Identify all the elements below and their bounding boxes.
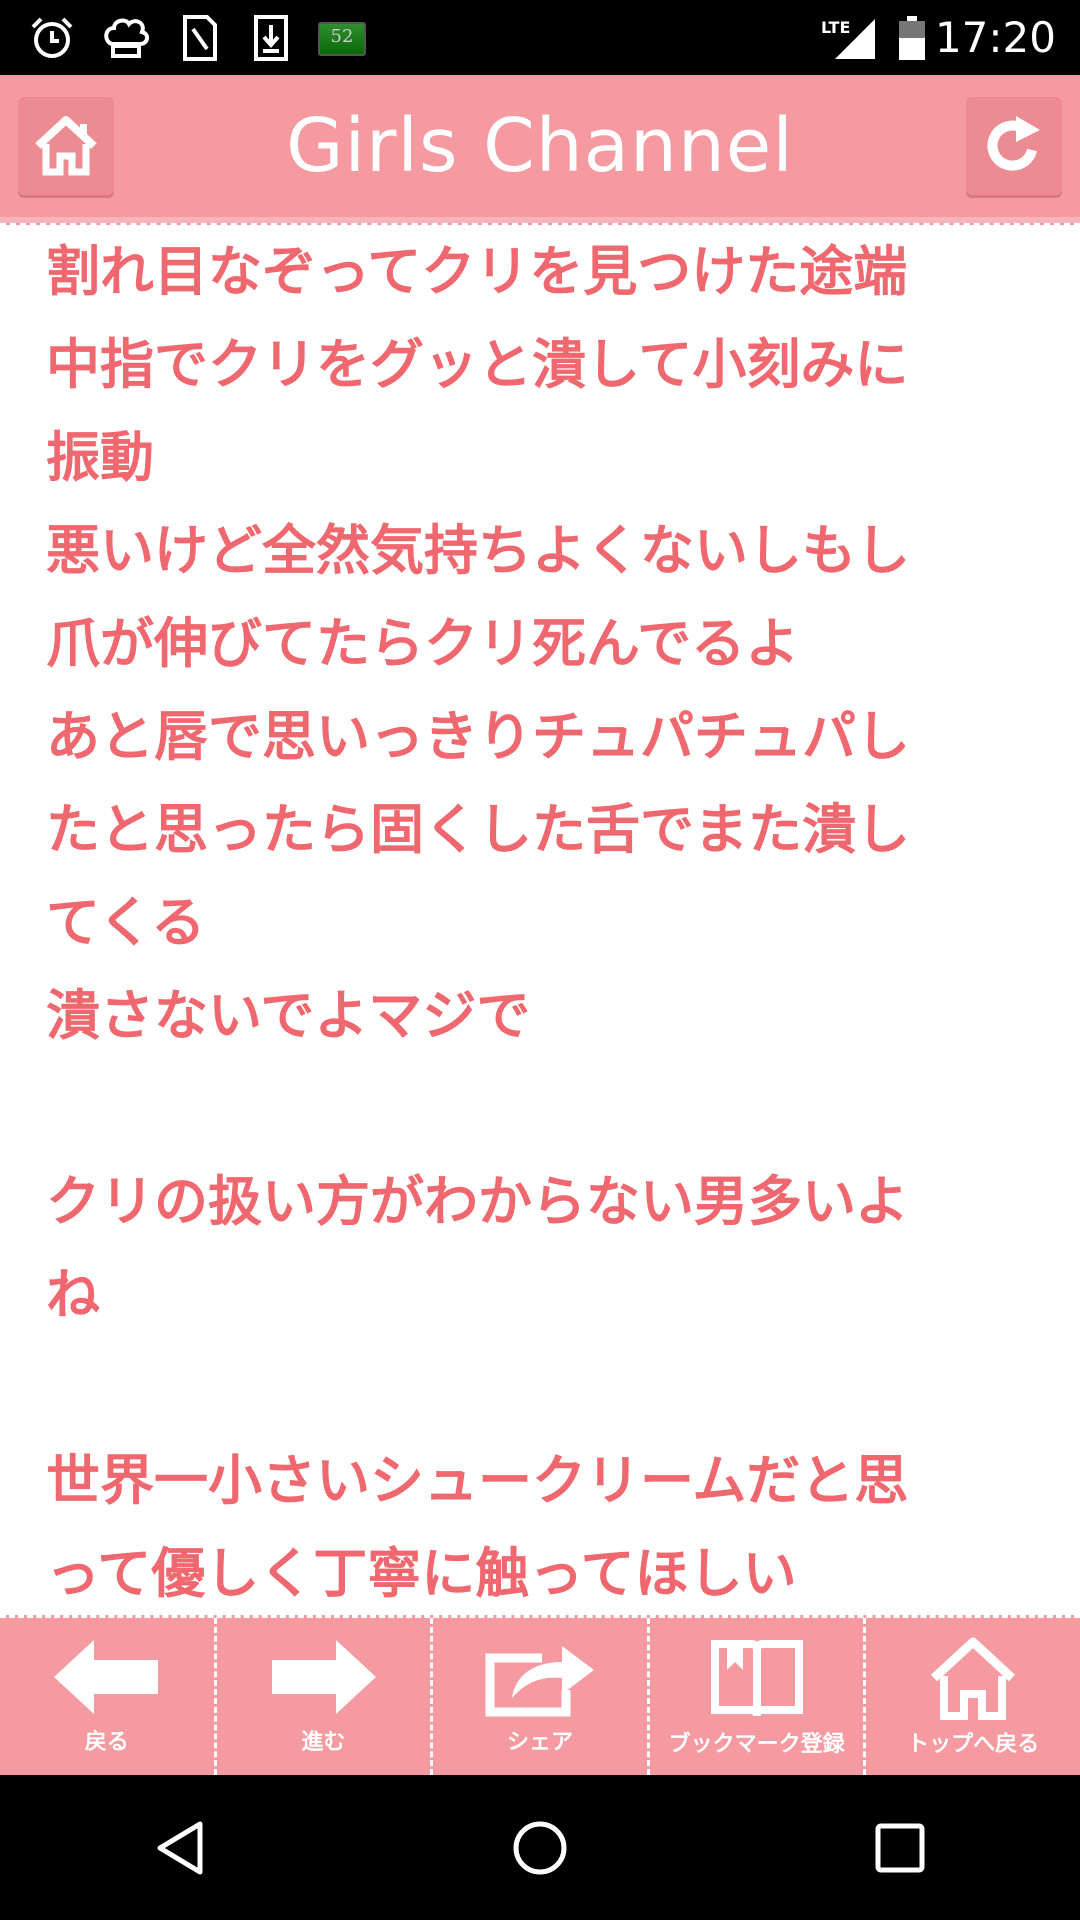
page-title: Girls Channel — [286, 103, 794, 189]
share-icon — [485, 1646, 594, 1717]
home-circle-icon — [513, 1821, 567, 1874]
back-button[interactable]: 戻る — [0, 1618, 214, 1775]
alarm-icon — [26, 12, 78, 64]
home-icon — [931, 1637, 1016, 1720]
sim-card-icon — [174, 12, 226, 64]
share-label: シェア — [506, 1730, 573, 1755]
bookmark-button[interactable]: ブックマーク登録 — [646, 1618, 864, 1775]
forward-button[interactable]: 進む — [213, 1618, 431, 1775]
battery-badge-icon: 52 — [318, 22, 366, 56]
recents-square-icon — [875, 1823, 925, 1872]
bottom-toolbar: 戻る 進む シェア ブックマーク登録 トップへ戻る — [0, 1615, 1080, 1775]
battery-badge-value: 52 — [330, 26, 354, 47]
refresh-button[interactable] — [966, 97, 1062, 195]
arrow-left-icon — [53, 1640, 158, 1714]
system-back-button[interactable] — [120, 1788, 240, 1908]
forward-label: 進む — [301, 1730, 346, 1755]
system-nav-bar — [0, 1775, 1080, 1920]
download-icon — [245, 12, 297, 64]
back-triangle-icon — [157, 1821, 203, 1874]
app-header: Girls Channel — [0, 75, 1080, 225]
network-label: LTE — [821, 18, 850, 37]
refresh-icon — [987, 116, 1040, 171]
bookmark-label: ブックマーク登録 — [668, 1732, 845, 1757]
chef-hat-icon — [100, 12, 152, 64]
top-button[interactable]: トップへ戻る — [863, 1618, 1080, 1775]
bookmark-book-icon — [710, 1640, 803, 1717]
system-recents-button[interactable] — [840, 1788, 960, 1908]
status-time: 17:20 — [934, 13, 1056, 62]
comment-body: 割れ目なぞってクリを見つけた途端 中指でクリをグッと潰して小刻みに 振動 悪いけ… — [0, 225, 1080, 1615]
screen: 52 LTE 17:20 Girls Channel 割れ目なぞってクリを見つけ… — [0, 0, 1080, 1920]
battery-icon — [892, 12, 932, 64]
status-bar: 52 LTE 17:20 — [0, 0, 1080, 75]
back-label: 戻る — [84, 1730, 129, 1755]
arrow-right-icon — [272, 1640, 377, 1714]
comment-text: 割れ目なぞってクリを見つけた途端 中指でクリをグッと潰して小刻みに 振動 悪いけ… — [46, 240, 910, 1605]
lte-signal-icon: LTE — [818, 12, 878, 64]
system-home-button[interactable] — [480, 1788, 600, 1908]
top-label: トップへ戻る — [907, 1732, 1040, 1757]
share-button[interactable]: シェア — [430, 1618, 647, 1775]
